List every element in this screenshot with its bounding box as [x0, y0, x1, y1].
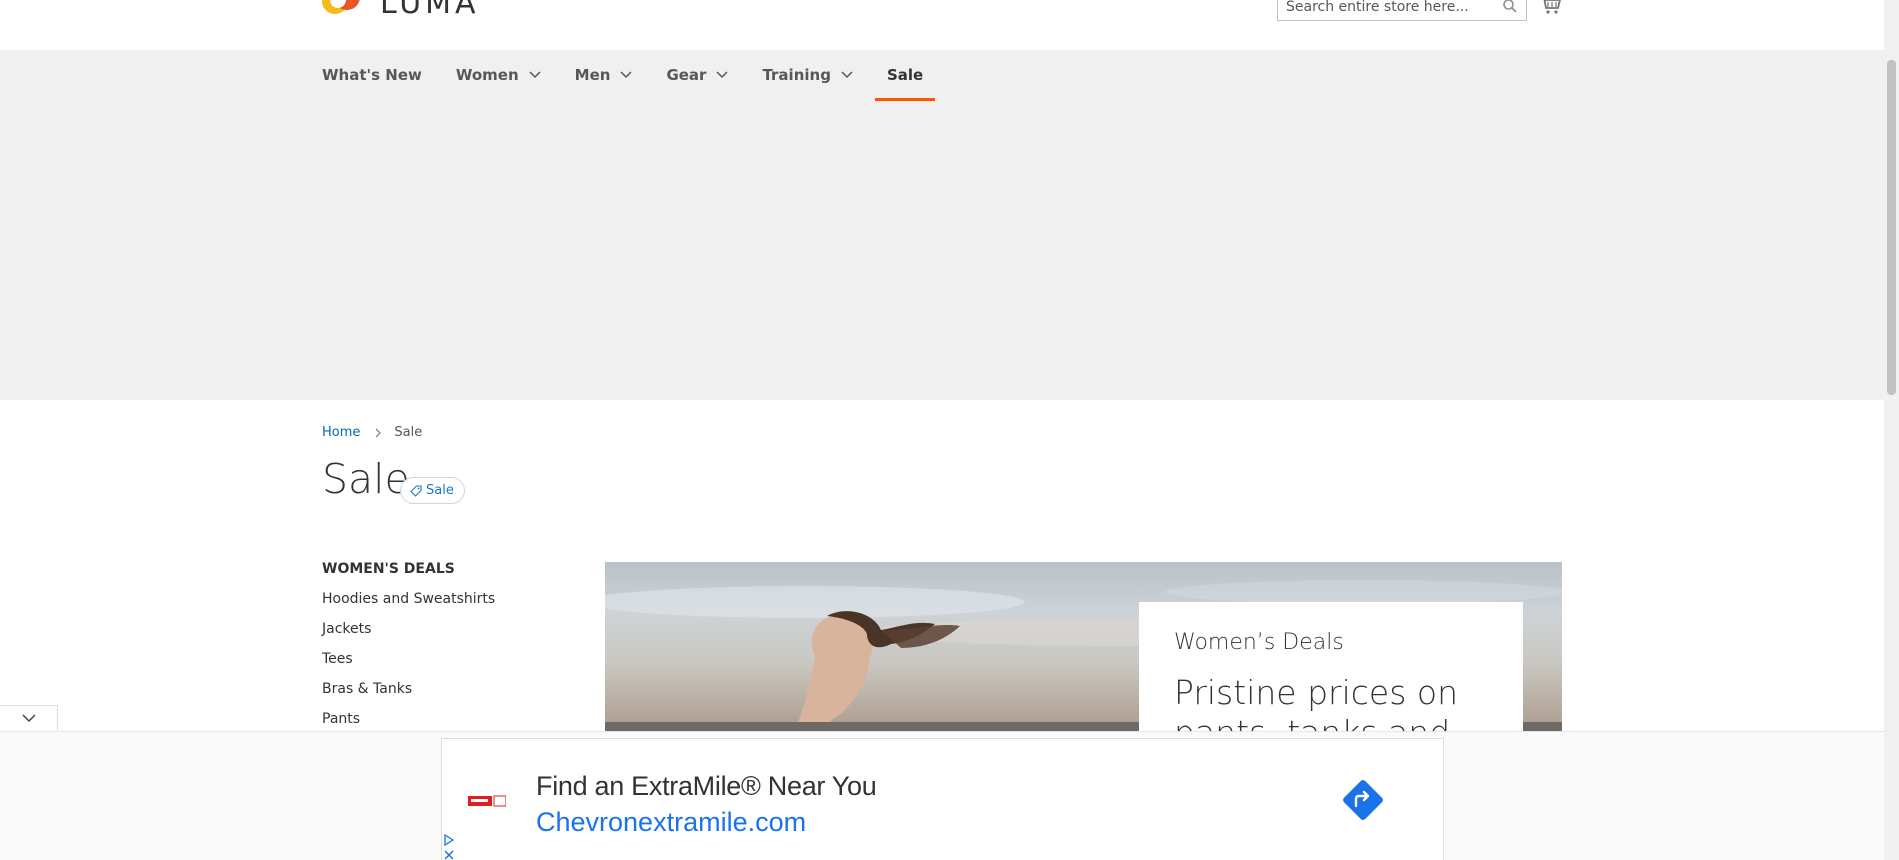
ad-headline[interactable]: Find an ExtraMile® Near You — [536, 771, 877, 802]
chevron-down-icon — [21, 714, 36, 723]
luma-logo[interactable]: LUMA — [322, 0, 480, 24]
nav-item-whats-new[interactable]: What's New — [322, 50, 434, 100]
ad-url-link[interactable]: Chevronextramile.com — [536, 807, 806, 838]
tag-icon — [410, 484, 422, 497]
search-icon[interactable] — [1502, 0, 1518, 14]
nav-item-label: Sale — [886, 66, 924, 84]
womens-deals-banner[interactable]: Women’s Deals Pristine prices on pants, … — [605, 562, 1562, 732]
hero-card: Women’s Deals Pristine prices on pants, … — [1139, 602, 1523, 732]
hero-title: Pristine prices on pants, tanks and — [1174, 673, 1458, 732]
logo-text: LUMA — [380, 0, 480, 21]
chevron-down-icon — [620, 71, 632, 79]
ad-collapse-toggle[interactable] — [0, 705, 58, 731]
nav-item-women[interactable]: Women — [444, 50, 553, 100]
nav-item-sale[interactable]: Sale — [874, 50, 936, 101]
sale-badge[interactable]: Sale — [400, 477, 465, 504]
sidebar-link-tees[interactable]: Tees — [322, 650, 572, 668]
logo-mark-icon — [322, 0, 366, 24]
breadcrumb: Home Sale — [322, 425, 422, 440]
page: LUMA What's New Women — [0, 0, 1899, 860]
close-icon[interactable] — [443, 849, 455, 860]
nav-item-label: What's New — [322, 66, 422, 84]
main-navigation: What's New Women Men Gear Training Sale — [0, 50, 1884, 400]
search-input[interactable] — [1286, 0, 1486, 15]
breadcrumb-current: Sale — [394, 425, 423, 440]
nav-item-label: Men — [574, 66, 611, 84]
directions-icon[interactable] — [1340, 777, 1386, 823]
nav-item-label: Gear — [666, 66, 707, 84]
page-scrollbar[interactable] — [1884, 0, 1899, 860]
chevron-right-icon — [375, 428, 382, 437]
header: LUMA — [0, 0, 1884, 50]
page-title: Sale — [322, 455, 410, 503]
nav-items: What's New Women Men Gear Training Sale — [322, 50, 945, 101]
hero-kicker: Women’s Deals — [1174, 630, 1344, 655]
search-box — [1277, 0, 1527, 21]
extramile-logo — [468, 795, 506, 807]
nav-item-label: Training — [762, 66, 831, 84]
advertisement[interactable]: Find an ExtraMile® Near You Chevronextra… — [441, 738, 1444, 860]
nav-item-gear[interactable]: Gear — [654, 50, 740, 100]
breadcrumb-home-link[interactable]: Home — [322, 425, 360, 440]
chevron-down-icon — [529, 71, 541, 79]
nav-item-label: Women — [455, 66, 519, 84]
adchoices-icon[interactable] — [443, 834, 455, 846]
sale-badge-label: Sale — [426, 483, 454, 498]
nav-item-training[interactable]: Training — [750, 50, 864, 100]
chevron-down-icon — [841, 71, 853, 79]
sidebar-link-bras-tanks[interactable]: Bras & Tanks — [322, 680, 572, 698]
chevron-down-icon — [716, 71, 728, 79]
cart-icon[interactable] — [1540, 0, 1562, 15]
nav-item-men[interactable]: Men — [563, 50, 645, 100]
sidebar-link-hoodies[interactable]: Hoodies and Sweatshirts — [322, 590, 572, 608]
sidebar-title: WOMEN'S DEALS — [322, 561, 455, 577]
scrollbar-thumb[interactable] — [1887, 60, 1896, 395]
ad-bar: Find an ExtraMile® Near You Chevronextra… — [0, 731, 1884, 860]
sidebar-womens-deals: WOMEN'S DEALS Hoodies and Sweatshirts Ja… — [322, 560, 572, 740]
sidebar-link-jackets[interactable]: Jackets — [322, 620, 572, 638]
sidebar-link-pants[interactable]: Pants — [322, 710, 572, 728]
